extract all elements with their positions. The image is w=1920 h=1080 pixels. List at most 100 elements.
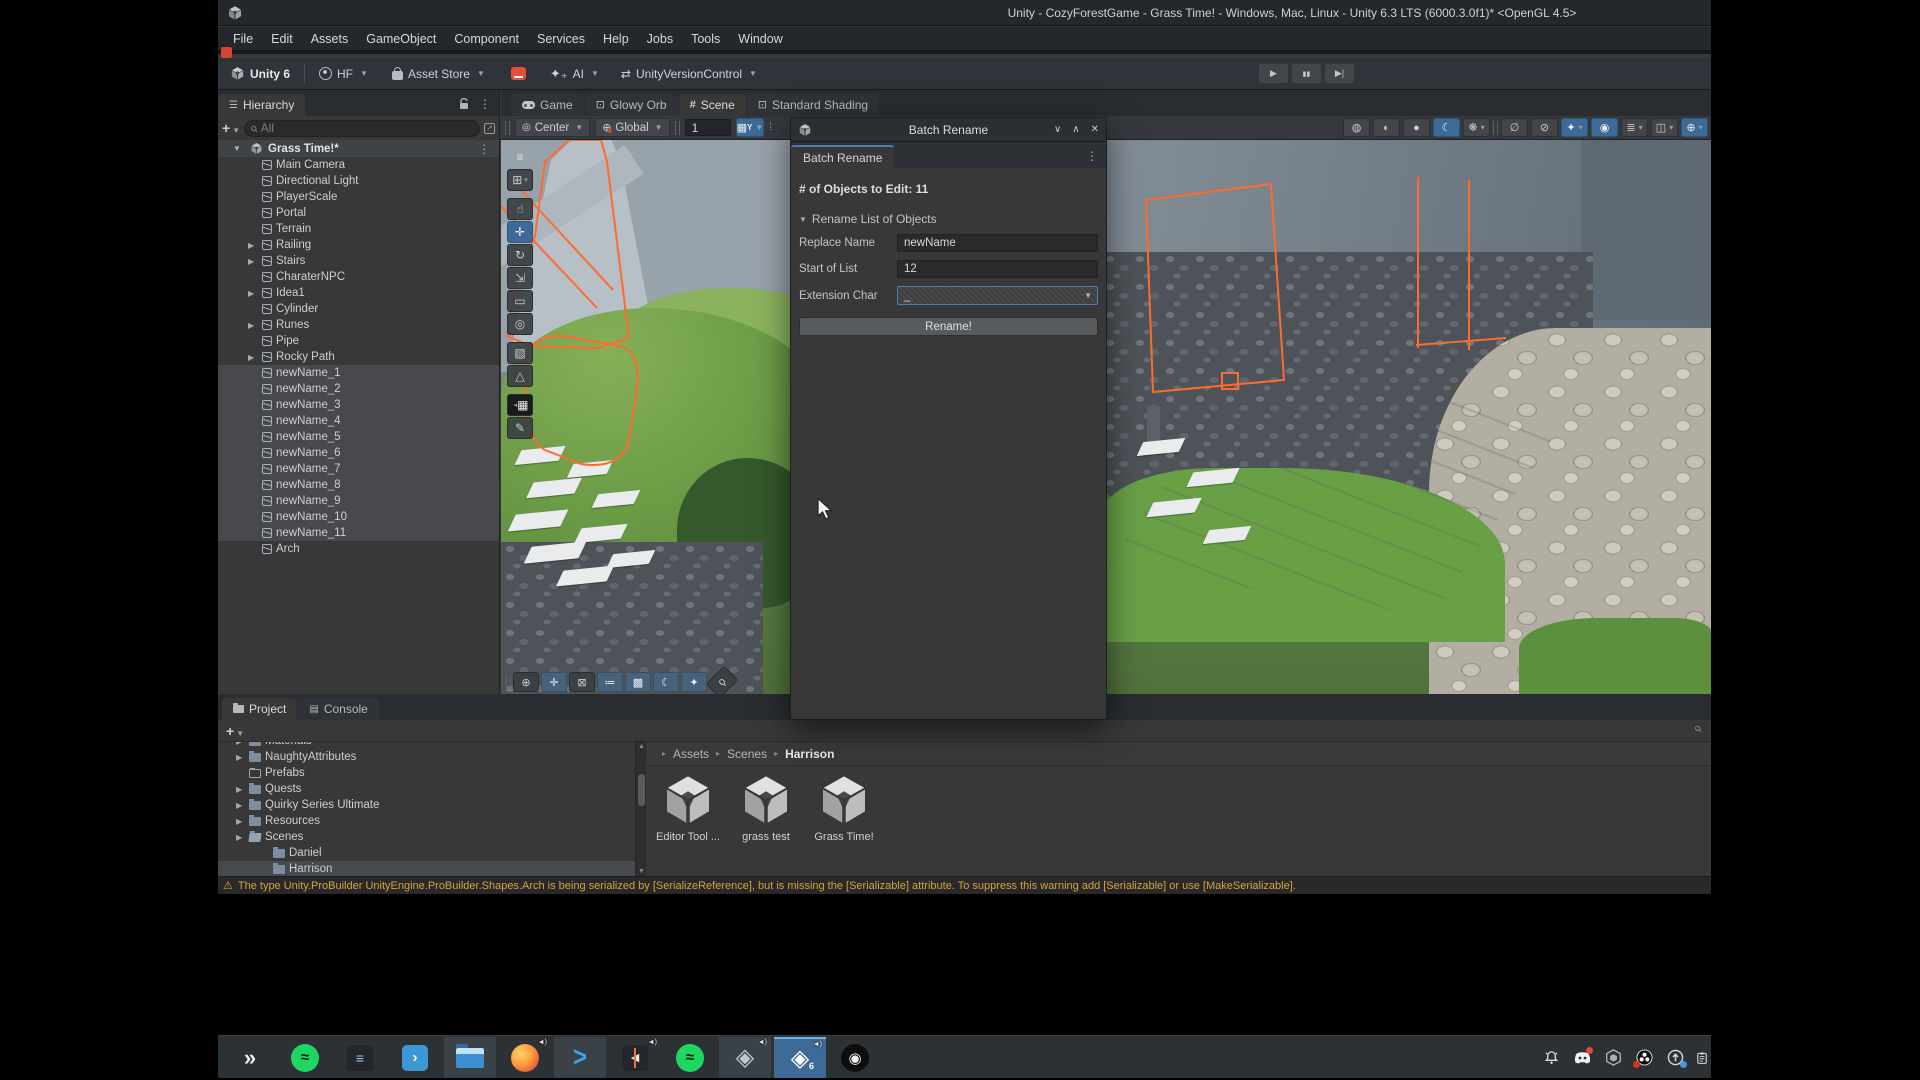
breadcrumb-item[interactable]: Scenes [709,747,767,761]
maximize-icon[interactable]: ∧ [1072,124,1079,135]
ai-dropdown[interactable]: ✦₊ AI ▼ [550,66,599,82]
expand-arrow-icon[interactable]: ▶ [236,801,245,810]
move-tool-icon[interactable]: ✛ [507,221,533,243]
scene-toolbar-button[interactable] [1493,118,1498,137]
settings-sliders[interactable]: ≡ ◄) [334,1037,386,1078]
menu-item[interactable]: GameObject [357,32,445,46]
expand-arrow-icon[interactable]: ▶ [248,289,258,298]
menu-item[interactable]: Edit [262,32,302,46]
hierarchy-row[interactable]: ▶ newName_10 [218,509,499,525]
hierarchy-row[interactable]: ▶ Arch [218,541,499,557]
extension-char-dropdown[interactable]: _ ▼ [897,286,1098,305]
lock-icon[interactable] [459,98,469,110]
breadcrumb-item[interactable]: Assets [655,747,709,761]
hierarchy-row[interactable]: ▶ Rocky Path [218,349,499,365]
scale-tool-icon[interactable]: ⇲ [507,267,533,289]
spotify[interactable]: ≈ ◄) [279,1037,331,1078]
more-menu-icon[interactable]: ⋮ [1086,149,1098,163]
fx-toggle-icon[interactable]: ⊘ [1531,118,1558,137]
menu-item[interactable]: Help [594,32,638,46]
scroll-up-icon[interactable]: ▲ [638,743,645,750]
menu-item[interactable]: File [224,32,262,46]
expand-arrow-icon[interactable]: ▶ [236,753,245,762]
shading-wireframe-icon[interactable]: ◍ [1343,118,1370,137]
shading-textured-icon[interactable]: ◐ [1373,118,1400,137]
hierarchy-row[interactable]: ▶ newName_1 [218,365,499,381]
shading-shaded-icon[interactable]: ● [1403,118,1430,137]
sliders-icon[interactable]: ≔ [597,672,623,692]
firefox[interactable]: ◄) [499,1037,551,1078]
folder-row[interactable]: ▶ Daniel [218,845,635,861]
drag-handle[interactable] [505,120,510,135]
breadcrumb-item[interactable]: Harrison [767,747,834,761]
grid-size-field[interactable]: 1 [684,119,731,136]
scene-more-icon[interactable]: ⋮ [479,142,491,156]
tools-handle-icon[interactable]: ≡ [507,146,533,168]
grid-hash-icon[interactable]: ▩ [625,672,651,692]
batch-rename-titlebar[interactable]: Batch Rename ∨ ∧ ✕ [791,118,1106,142]
close-icon[interactable]: ✕ [1091,124,1099,135]
camera-orbit-icon[interactable]: ⊕ [513,672,539,692]
menu-item[interactable]: Component [445,32,528,46]
app-launcher[interactable]: » ◄) [224,1037,276,1078]
rename-foldout[interactable]: ▼ Rename List of Objects [799,212,1098,226]
unmaximize-icon[interactable]: ∨ [1054,124,1061,135]
split-view-icon[interactable]: ◫ ▾ [1651,118,1678,137]
unity-version-badge[interactable]: Unity 6 [230,66,290,81]
folder-row[interactable]: ▶ Quirky Series Ultimate [218,797,635,813]
hierarchy-row[interactable]: ▶ Terrain [218,221,499,237]
rotate-tool-icon[interactable]: ↻ [507,244,533,266]
pan-tool-icon[interactable]: ✛ [541,672,567,692]
bottom-tab[interactable]: Project [222,698,298,720]
bottom-tab[interactable]: ▤ Console [298,698,379,720]
view-tab[interactable]: Game [511,94,584,116]
clipboard-icon[interactable] [1697,1049,1707,1067]
expand-arrow-icon[interactable]: ▶ [248,353,258,362]
grid-snap-button[interactable]: ▦ Y ▼ [735,118,765,137]
obs[interactable]: ◉ ◄) [829,1037,881,1078]
view-tab[interactable]: # Scene [678,94,746,116]
discord-icon[interactable] [1573,1046,1593,1067]
scene-visibility-icon[interactable]: ◉ [1591,118,1618,137]
moon-icon[interactable]: ☾ [653,672,679,692]
asset-item[interactable]: Grass Time! [813,772,875,843]
edit-shape-icon[interactable]: ✎ [507,417,533,439]
snap-settings-icon[interactable]: ⁞ [769,122,772,133]
hierarchy-row[interactable]: ▶ newName_8 [218,477,499,493]
inbox-alert-icon[interactable] [510,67,526,80]
notifications-bell-icon[interactable] [1542,1049,1560,1067]
hierarchy-row[interactable]: ▶ Cylinder [218,301,499,317]
expand-arrow-icon[interactable]: ▶ [248,321,258,330]
probuilder-cube-icon[interactable]: ▧ [507,342,533,364]
effects-icon[interactable]: ❋ ▾ [1463,118,1490,137]
tab-batch-rename[interactable]: Batch Rename [791,145,895,168]
expand-arrow-icon[interactable]: ▶ [236,817,245,826]
scrollbar-thumb[interactable] [638,774,645,806]
unity-editor[interactable]: ◈ ◄) 6 [774,1037,826,1078]
expand-arrow-icon[interactable]: ▶ [248,257,258,266]
hierarchy-row[interactable]: ▶ newName_5 [218,429,499,445]
vscode[interactable]: > ◄) [554,1037,606,1078]
folder-row[interactable]: ▶ NaughtyAttributes [218,749,635,765]
play-button[interactable]: ▶ [1258,63,1289,84]
hierarchy-row[interactable]: ▶ newName_3 [218,397,499,413]
step-button[interactable]: ▶| [1324,63,1355,84]
pivot-cube-icon[interactable]: ⊞ ▾ [507,169,533,191]
window-titlebar[interactable]: Unity - CozyForestGame - Grass Time! - W… [218,0,1711,26]
view-tab[interactable]: ⊡ Standard Shading [746,94,880,116]
overlays-icon[interactable]: ✦ ▾ [1561,118,1588,137]
scatter-icon[interactable]: ✦ [681,672,707,692]
project-tree-scrollbar[interactable]: ▲ ▼ [635,742,646,876]
hierarchy-row[interactable]: ▶ Railing [218,237,499,253]
asset-item[interactable]: Editor Tool ... [656,772,720,843]
folder-row[interactable]: ▶ Resources [218,813,635,829]
expand-arrow-icon[interactable]: ▶ [236,833,245,842]
hierarchy-row[interactable]: ▶ newName_6 [218,445,499,461]
account-dropdown[interactable]: HF ▼ [319,67,368,81]
software-store[interactable]: › ◄) [389,1037,441,1078]
scene-header-row[interactable]: ▼ Grass Time!* ⋮ [218,140,499,157]
pause-button[interactable]: ▮▮ [1291,63,1322,84]
expand-arrow-icon[interactable]: ▶ [236,742,245,746]
hierarchy-row[interactable]: ▶ newName_9 [218,493,499,509]
search-icon[interactable]: ϙ [1692,723,1704,735]
